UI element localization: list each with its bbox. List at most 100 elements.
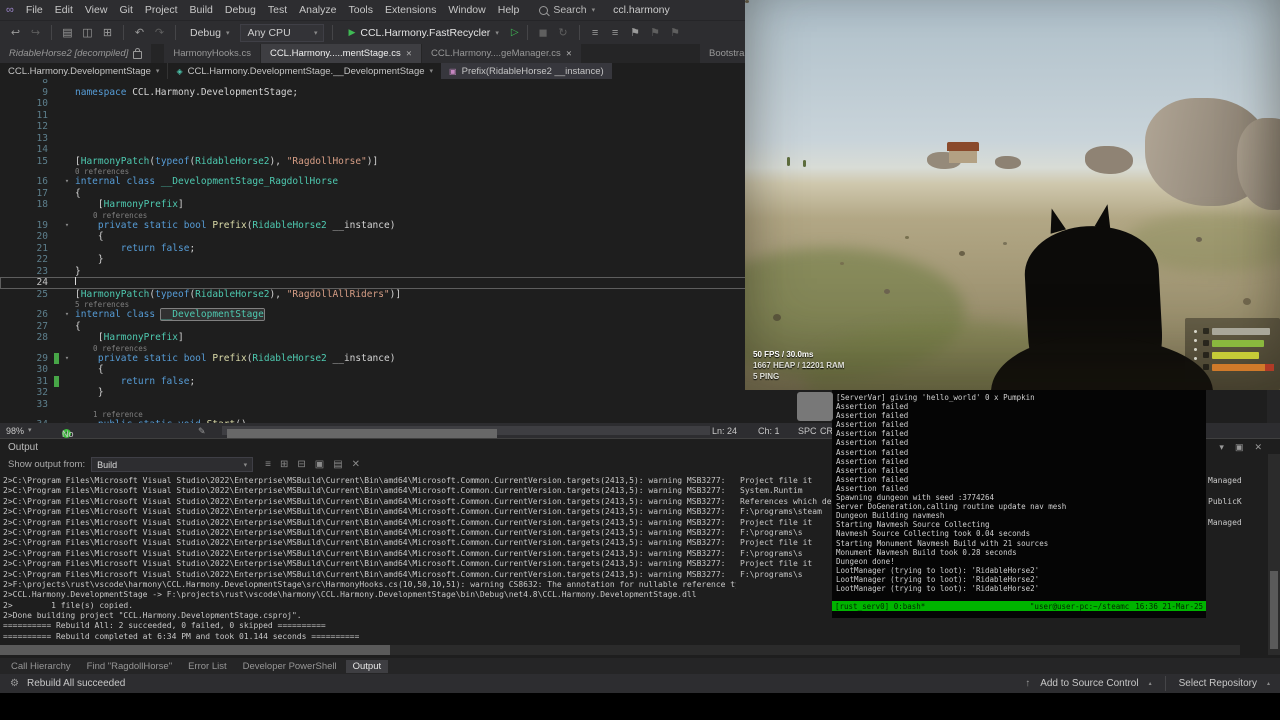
- output-source-dropdown[interactable]: Build ▾: [91, 457, 254, 472]
- configuration-dropdown[interactable]: Debug ▾: [184, 25, 235, 41]
- line-number: 23: [36, 265, 48, 277]
- select-repository-button[interactable]: Select Repository: [1179, 678, 1257, 689]
- code-text: }: [75, 387, 104, 398]
- goto-next-icon[interactable]: ⊞: [280, 459, 288, 470]
- save-icon[interactable]: ◫: [80, 26, 95, 39]
- fold-arrow-icon[interactable]: ▾: [59, 220, 75, 232]
- editor-tab[interactable]: RidableHorse2 [decompiled]: [0, 44, 152, 63]
- editor-overlay-box: [797, 392, 833, 421]
- menu-item-window[interactable]: Window: [442, 2, 491, 18]
- close-output-icon[interactable]: ✕: [352, 459, 360, 470]
- menu-item-extensions[interactable]: Extensions: [379, 2, 442, 18]
- terminal-window[interactable]: [ServerVar] giving 'hello_world' 0 x Pum…: [832, 390, 1206, 618]
- scrollbar-thumb[interactable]: [1270, 571, 1278, 649]
- line-number: 14: [36, 144, 48, 155]
- hud-bar-fill: [1212, 327, 1270, 335]
- zoom-level[interactable]: 98%: [6, 426, 24, 436]
- editor-horizontal-scrollbar[interactable]: [222, 426, 710, 438]
- goto-prev-icon[interactable]: ⊟: [297, 459, 305, 470]
- menu-item-debug[interactable]: Debug: [219, 2, 262, 18]
- panel-tab-find-ragdollhorse[interactable]: Find "RagdollHorse": [80, 660, 179, 673]
- breadcrumb-project[interactable]: CCL.Harmony.DevelopmentStage ▾: [0, 63, 169, 79]
- chevron-down-icon: ▾: [155, 68, 160, 75]
- menu-item-git[interactable]: Git: [113, 2, 138, 18]
- output-horizontal-scrollbar[interactable]: [0, 645, 1240, 655]
- code-text: {: [75, 231, 104, 242]
- panel-close-icon[interactable]: ✕: [1254, 442, 1262, 453]
- line-number: 28: [36, 332, 48, 343]
- toolbar-separator: [526, 25, 528, 40]
- editor-tab[interactable]: CCL.Harmony.....mentStage.cs ✕: [260, 44, 422, 63]
- solution-name: ccl.harmony: [613, 4, 670, 16]
- panel-dropdown-icon[interactable]: ▾: [1219, 442, 1224, 453]
- fold-gutter: [59, 98, 75, 110]
- bookmark-next-icon[interactable]: ⚑: [648, 26, 663, 39]
- fold-arrow-icon[interactable]: ▾: [59, 353, 75, 365]
- terminal-line: Assertion failed: [836, 429, 909, 439]
- start-debugging-button[interactable]: ▶ CCL.Harmony.FastRecycler ▾: [341, 25, 505, 41]
- menu-item-view[interactable]: View: [79, 2, 114, 18]
- panel-tab-error-list[interactable]: Error List: [181, 660, 234, 673]
- output-vertical-scrollbar[interactable]: [1268, 454, 1280, 655]
- building: [947, 142, 979, 163]
- menu-item-help[interactable]: Help: [492, 2, 526, 18]
- menu-item-analyze[interactable]: Analyze: [293, 2, 342, 18]
- restart-icon[interactable]: ↻: [556, 26, 571, 39]
- editor-tab[interactable]: CCL.Harmony....geManager.cs ✕: [422, 44, 582, 63]
- panel-tab-developer-powershell[interactable]: Developer PowerShell: [236, 660, 344, 673]
- scrollbar-thumb[interactable]: [0, 645, 390, 655]
- start-without-debugging-icon[interactable]: ▷: [511, 27, 519, 38]
- spaces-indicator[interactable]: SPC: [798, 426, 817, 436]
- bookmark-prev-icon[interactable]: ⚑: [668, 26, 683, 39]
- fold-gutter: [59, 110, 75, 122]
- close-icon[interactable]: ✕: [566, 49, 572, 58]
- menu-item-build[interactable]: Build: [184, 2, 219, 18]
- performance-hud: 50 FPS / 30.0ms 1667 HEAP / 12201 RAM 5 …: [753, 349, 844, 382]
- panel-restore-icon[interactable]: ▣: [1235, 442, 1244, 453]
- code-text: 0 references: [75, 210, 148, 220]
- platform-dropdown[interactable]: Any CPU ▾: [240, 23, 325, 42]
- indent-icon[interactable]: ≡: [608, 27, 623, 39]
- fold-arrow-icon[interactable]: ▾: [59, 309, 75, 321]
- breadcrumb-type[interactable]: ◈ CCL.Harmony.DevelopmentStage.__Develop…: [168, 63, 441, 79]
- new-file-icon[interactable]: ▤: [60, 26, 75, 39]
- undo-icon[interactable]: ↶: [132, 26, 147, 39]
- close-icon[interactable]: ✕: [406, 49, 412, 58]
- scrollbar-thumb[interactable]: [227, 429, 497, 438]
- navigate-forward-icon[interactable]: ↪: [28, 26, 43, 39]
- word-wrap-icon[interactable]: ▤: [333, 459, 342, 470]
- search-box[interactable]: Search ▾: [539, 4, 595, 16]
- navigate-back-icon[interactable]: ↩: [8, 26, 23, 39]
- outline-icon[interactable]: ≡: [588, 27, 603, 39]
- redo-icon[interactable]: ↷: [152, 26, 167, 39]
- search-label: Search: [553, 4, 587, 16]
- terminal-line: Assertion failed: [836, 420, 909, 430]
- fold-gutter: [59, 300, 75, 309]
- clear-all-icon[interactable]: ▣: [315, 459, 324, 470]
- menu-item-project[interactable]: Project: [139, 2, 184, 18]
- line-number: 21: [36, 242, 48, 254]
- save-all-icon[interactable]: ⊞: [100, 26, 115, 39]
- fold-gutter: [59, 332, 75, 344]
- editor-tab[interactable]: HarmonyHooks.cs: [164, 44, 260, 63]
- tmux-clock: 16:36 21-Mar-25: [1135, 601, 1203, 611]
- menu-item-tools[interactable]: Tools: [342, 2, 379, 18]
- fold-arrow-icon[interactable]: ▾: [59, 176, 75, 188]
- code-text: private static bool Prefix(RidableHorse2…: [97, 219, 396, 231]
- menu-item-edit[interactable]: Edit: [49, 2, 79, 18]
- panel-tab-output[interactable]: Output: [345, 659, 389, 673]
- panel-tab-call-hierarchy[interactable]: Call Hierarchy: [4, 660, 78, 673]
- breadcrumb-member[interactable]: ▣ Prefix(RidableHorse2 __instance): [441, 63, 612, 79]
- add-to-source-control-button[interactable]: Add to Source Control: [1040, 678, 1138, 689]
- find-message-icon[interactable]: ≡: [265, 459, 271, 470]
- game-window[interactable]: 50 FPS / 30.0ms 1667 HEAP / 12201 RAM 5 …: [745, 0, 1280, 390]
- bookmark-icon[interactable]: ⚑: [628, 26, 643, 39]
- rock-formation: [995, 156, 1021, 169]
- menu-item-test[interactable]: Test: [262, 2, 293, 18]
- heap-readout: 1667 HEAP / 12201 RAM: [753, 361, 845, 370]
- terminal-line: LootManager (trying to loot): 'RidableHo…: [836, 574, 1040, 584]
- menu-item-file[interactable]: File: [20, 2, 49, 18]
- code-text: return false;: [120, 242, 196, 254]
- feedback-icon[interactable]: ⚙: [10, 678, 19, 689]
- stop-icon[interactable]: ◼: [536, 26, 551, 39]
